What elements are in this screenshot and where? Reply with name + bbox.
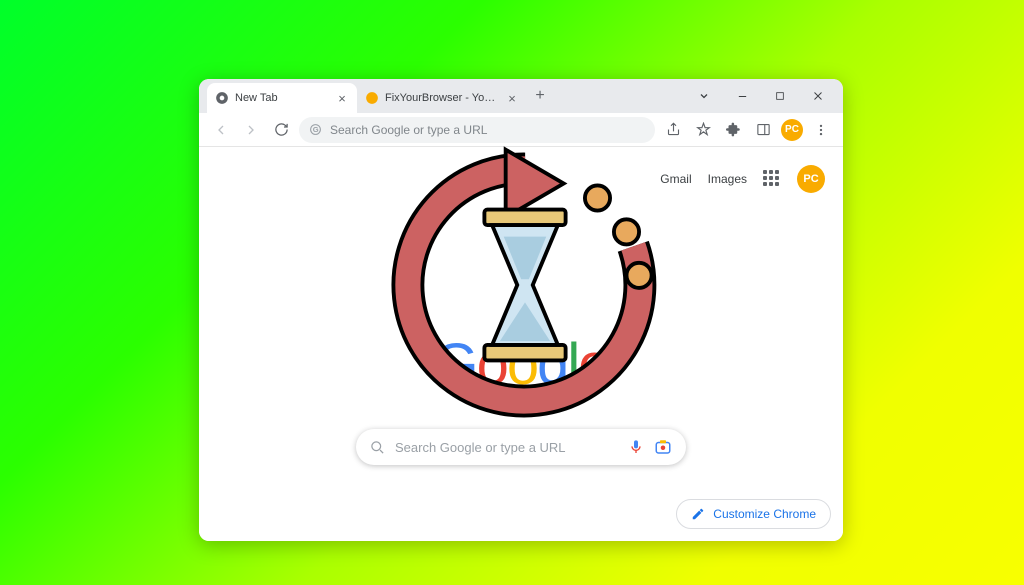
voice-search-icon[interactable]: [628, 439, 644, 455]
apps-icon[interactable]: [763, 170, 781, 188]
tab-new-tab[interactable]: New Tab ×: [207, 83, 357, 113]
back-icon: [209, 118, 233, 142]
bookmark-icon[interactable]: [691, 118, 715, 142]
side-panel-icon[interactable]: [751, 118, 775, 142]
profile-avatar[interactable]: PC: [797, 165, 825, 193]
toolbar: G Search Google or type a URL PC: [199, 113, 843, 147]
window-controls: [679, 79, 843, 113]
maximize-icon[interactable]: [767, 83, 793, 109]
new-tab-page: Gmail Images PC Google Search Google or …: [199, 147, 843, 541]
chevron-down-icon[interactable]: [691, 83, 717, 109]
lens-icon[interactable]: [654, 438, 672, 456]
close-icon[interactable]: ×: [335, 91, 349, 105]
minimize-icon[interactable]: [729, 83, 755, 109]
search-placeholder: Search Google or type a URL: [395, 440, 618, 455]
customize-chrome-button[interactable]: Customize Chrome: [676, 499, 831, 529]
search-icon: [370, 440, 385, 455]
google-g-icon: G: [309, 123, 322, 136]
customize-label: Customize Chrome: [713, 507, 816, 521]
omnibox[interactable]: G Search Google or type a URL: [299, 117, 655, 143]
top-right-links: Gmail Images PC: [660, 165, 825, 193]
site-favicon: [365, 91, 379, 105]
tab-label: FixYourBrowser - Your Trusted S…: [385, 92, 499, 104]
new-tab-button[interactable]: +: [527, 83, 553, 109]
toolbar-avatar[interactable]: PC: [781, 119, 803, 141]
share-icon[interactable]: [661, 118, 685, 142]
extensions-icon[interactable]: [721, 118, 745, 142]
browser-window: New Tab × FixYourBrowser - Your Trusted …: [199, 79, 843, 541]
search-input[interactable]: Search Google or type a URL: [356, 429, 686, 465]
reload-icon[interactable]: [269, 118, 293, 142]
gmail-link[interactable]: Gmail: [660, 172, 691, 186]
window-close-icon[interactable]: [805, 83, 831, 109]
menu-icon[interactable]: [809, 118, 833, 142]
close-icon[interactable]: ×: [505, 91, 519, 105]
omnibox-placeholder: Search Google or type a URL: [330, 123, 487, 137]
images-link[interactable]: Images: [708, 172, 747, 186]
google-logo: Google: [433, 331, 608, 398]
tab-strip: New Tab × FixYourBrowser - Your Trusted …: [207, 83, 679, 113]
tab-fixyourbrowser[interactable]: FixYourBrowser - Your Trusted S… ×: [357, 83, 527, 113]
pencil-icon: [691, 507, 705, 521]
forward-icon: [239, 118, 263, 142]
svg-text:G: G: [313, 125, 319, 134]
titlebar: New Tab × FixYourBrowser - Your Trusted …: [199, 79, 843, 113]
tab-label: New Tab: [235, 92, 329, 104]
chrome-favicon: [215, 91, 229, 105]
